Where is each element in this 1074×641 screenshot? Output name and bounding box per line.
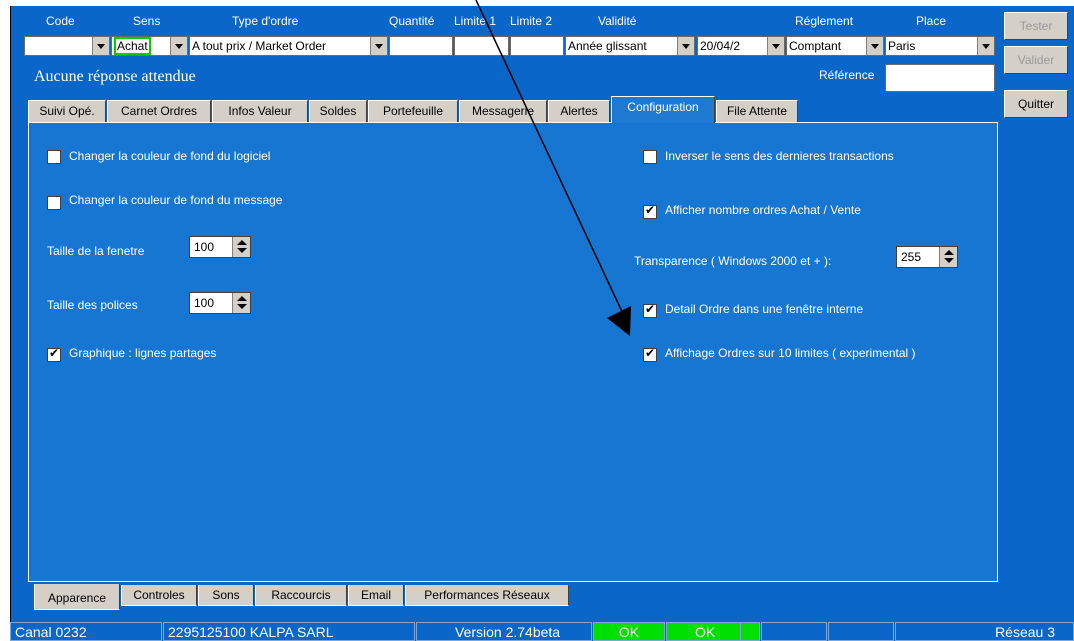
status-version: Version 2.74beta (416, 622, 592, 641)
status-cell-empty (761, 622, 827, 641)
tab-email[interactable]: Email (348, 585, 404, 606)
status-cell-empty (828, 622, 894, 641)
tab-raccourcis[interactable]: Raccourcis (255, 585, 347, 606)
tab-controles[interactable]: Controles (121, 585, 197, 606)
tab-configuration[interactable]: Configuration (611, 96, 715, 123)
status-cell-empty (740, 622, 760, 641)
status-canal: Canal 0232 (10, 622, 162, 641)
annotation-arrow-icon (475, 0, 631, 336)
status-ok-1: OK (593, 622, 665, 641)
status-account: 2295125100 KALPA SARL (163, 622, 415, 641)
status-network: Réseau 3 (895, 622, 1074, 641)
tab-apparence[interactable]: Apparence (34, 584, 120, 610)
tab-performances-reseaux[interactable]: Performances Réseaux (405, 585, 569, 606)
tab-sons[interactable]: Sons (198, 585, 254, 606)
